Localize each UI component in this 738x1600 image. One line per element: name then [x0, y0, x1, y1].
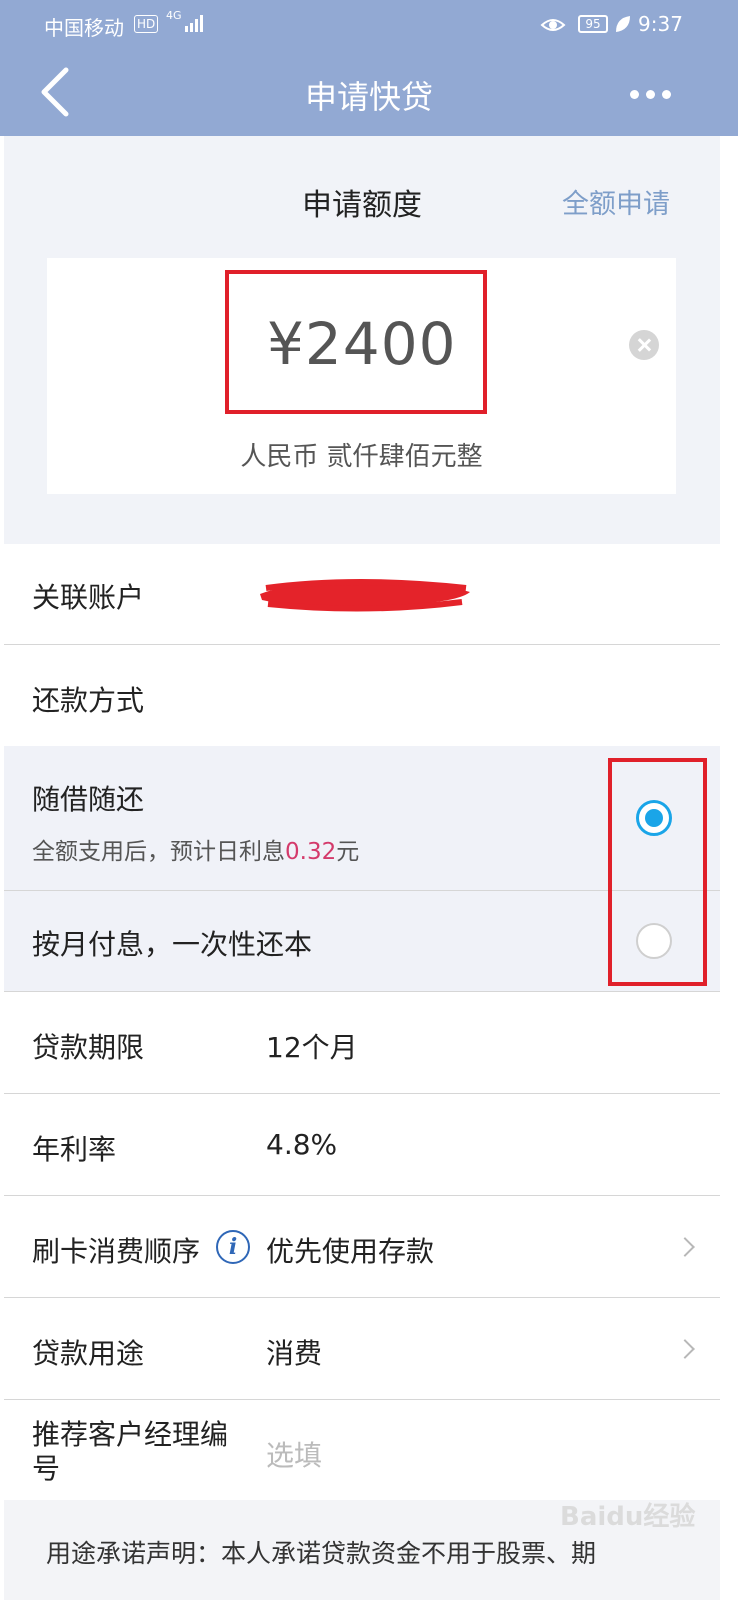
loan-term-row: 贷款期限 12个月 [4, 992, 720, 1094]
redaction-scribble [260, 579, 470, 612]
linked-account-label: 关联账户 [32, 581, 145, 614]
chevron-right-icon [675, 1339, 695, 1359]
repayment-method-row: 还款方式 [4, 645, 720, 746]
battery-icon: 95 [578, 15, 608, 33]
loan-term-value: 12个月 [266, 1031, 358, 1064]
app-screen: 中国移动 HD 4G 95 9:37 申请快贷 申请额度 全额申请 ¥2400 … [0, 0, 738, 1600]
clock: 9:37 [638, 12, 683, 36]
repay-option-label: 按月付息，一次性还本 [32, 928, 313, 961]
clear-icon[interactable] [629, 330, 659, 360]
annual-rate-row: 年利率 4.8% [4, 1094, 720, 1196]
notice-text: 用途承诺声明：本人承诺贷款资金不用于股票、期 [46, 1539, 597, 1568]
more-dots-icon [630, 90, 639, 99]
more-button[interactable] [620, 76, 680, 112]
amount-in-words: 人民币 贰仟肆佰元整 [240, 442, 483, 472]
watermark-logo: Baidu经验 [560, 1502, 696, 1532]
amount-highlight-box: ¥2400 [225, 270, 487, 414]
annual-rate-label: 年利率 [32, 1133, 117, 1166]
account-manager-row: 推荐客户经理编号 选填 [4, 1400, 720, 1500]
chevron-right-icon [675, 1237, 695, 1257]
daily-interest-amount: 0.32 [285, 839, 337, 865]
amount-section: 申请额度 全额申请 ¥2400 人民币 贰仟肆佰元整 [4, 136, 720, 544]
signal-icon [185, 15, 203, 32]
repay-option-label: 随借随还 [32, 783, 145, 816]
header-bar: 中国移动 HD 4G 95 9:37 申请快贷 [0, 0, 738, 136]
account-manager-label: 推荐客户经理编号 [32, 1418, 229, 1485]
leaf-icon [616, 16, 630, 32]
network-type: 4G [166, 9, 182, 22]
amount-input-card[interactable]: ¥2400 人民币 贰仟肆佰元整 [47, 258, 676, 494]
repayment-method-label: 还款方式 [32, 684, 145, 717]
eye-comfort-icon [540, 19, 566, 31]
account-manager-input[interactable]: 选填 [266, 1434, 322, 1474]
loan-term-label: 贷款期限 [32, 1031, 145, 1064]
annual-rate-value: 4.8% [266, 1128, 338, 1161]
full-apply-link[interactable]: 全额申请 [562, 182, 670, 221]
card-spending-order-value: 优先使用存款 [266, 1235, 435, 1268]
info-icon[interactable]: i [216, 1230, 250, 1264]
carrier-name: 中国移动 [44, 16, 124, 40]
hd-badge: HD [134, 15, 159, 33]
card-spending-order-label: 刷卡消费顺序 [32, 1235, 201, 1268]
radio-highlight-box [608, 758, 707, 986]
repay-option-interest-note: 全额支用后，预计日利息0.32元 [32, 839, 360, 865]
amount-value[interactable]: ¥2400 [267, 310, 457, 378]
loan-purpose-row[interactable]: 贷款用途 消费 [4, 1298, 720, 1400]
status-bar: 中国移动 HD 4G 95 9:37 [0, 0, 738, 50]
loan-purpose-value: 消费 [266, 1337, 323, 1370]
loan-purpose-label: 贷款用途 [32, 1337, 145, 1370]
card-spending-order-row[interactable]: 刷卡消费顺序 优先使用存款 [4, 1196, 720, 1298]
